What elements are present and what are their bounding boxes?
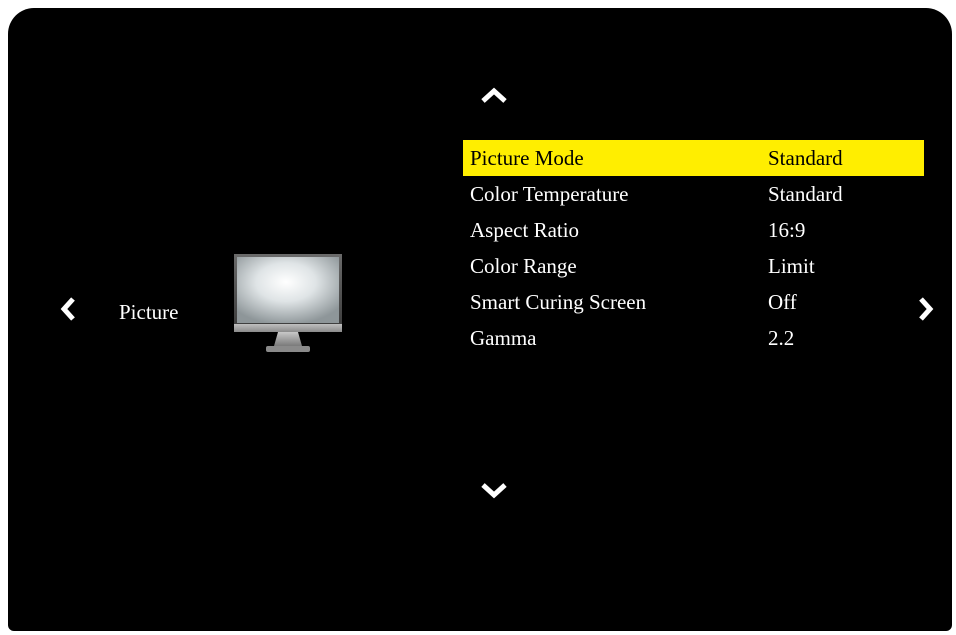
menu-item-label: Color Range — [470, 254, 577, 278]
menu-item-value: 2.2 — [768, 326, 795, 350]
chevron-right-icon[interactable] — [918, 296, 934, 322]
menu-item-value: Standard — [768, 182, 843, 206]
menu-item-value: Limit — [768, 254, 815, 278]
osd-screen: Picture Picture Mode Standard Color Temp… — [8, 8, 952, 631]
menu-item-value: Off — [768, 290, 797, 314]
menu-item-aspect-ratio[interactable]: Aspect Ratio 16:9 — [463, 212, 924, 248]
category-label: Picture — [119, 300, 179, 324]
menu-item-value: Standard — [768, 146, 843, 170]
chevron-up-icon[interactable] — [480, 86, 508, 104]
menu-item-gamma[interactable]: Gamma 2.2 — [463, 320, 924, 356]
menu-item-smart-curing-screen[interactable]: Smart Curing Screen Off — [463, 284, 924, 320]
menu-item-label: Color Temperature — [470, 182, 629, 206]
monitor-icon — [234, 254, 342, 354]
chevron-left-icon[interactable] — [60, 296, 76, 322]
menu-item-color-temperature[interactable]: Color Temperature Standard — [463, 176, 924, 212]
menu-item-picture-mode[interactable]: Picture Mode Standard — [463, 140, 924, 176]
menu-item-label: Picture Mode — [470, 146, 584, 170]
chevron-down-icon[interactable] — [480, 482, 508, 500]
menu-item-value: 16:9 — [768, 218, 806, 242]
menu-item-label: Aspect Ratio — [470, 218, 580, 242]
menu-item-color-range[interactable]: Color Range Limit — [463, 248, 924, 284]
menu-item-label: Gamma — [470, 326, 537, 350]
menu-item-label: Smart Curing Screen — [470, 290, 647, 314]
settings-menu: Picture Mode Standard Color Temperature … — [463, 140, 924, 356]
